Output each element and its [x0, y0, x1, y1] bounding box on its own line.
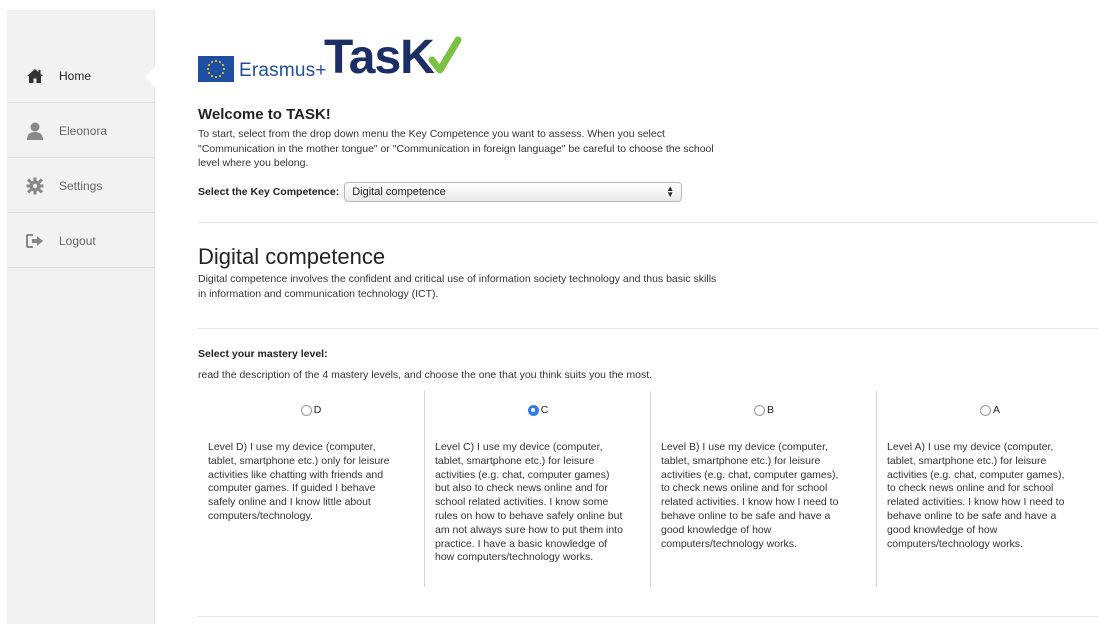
sidebar-item-logout[interactable]: Logout [7, 214, 154, 268]
task-check-mark [428, 36, 462, 74]
sidebar-item-label: Settings [59, 178, 103, 193]
home-icon [24, 66, 46, 86]
level-column-c: C Level C) I use my device (computer, ta… [424, 391, 650, 587]
mastery-levels: D Level D) I use my device (computer, ta… [198, 391, 1098, 587]
level-radio-a[interactable]: A [877, 404, 1098, 416]
sidebar-item-label: Eleonora [59, 123, 108, 138]
competence-description: Digital competence involves the confiden… [198, 273, 717, 300]
level-radio-d[interactable]: D [198, 404, 424, 416]
select-arrows-icon: ▲ ▼ [666, 184, 675, 199]
level-description: Level A) I use my device (computer, tabl… [887, 441, 1065, 550]
level-column-a: A Level A) I use my device (computer, ta… [876, 391, 1098, 587]
active-indicator [146, 65, 156, 89]
sidebar-item-settings[interactable]: Settings [7, 159, 154, 213]
sidebar: Home Eleonora Settings Logout [7, 10, 155, 624]
logout-icon [24, 231, 46, 251]
level-description: Level D) I use my device (computer, tabl… [208, 441, 390, 522]
radio-label: D [313, 404, 322, 416]
radio-button[interactable] [753, 404, 765, 416]
sidebar-item-profile[interactable]: Eleonora [7, 104, 154, 158]
radio-button[interactable] [979, 404, 991, 416]
radio-label: B [766, 404, 774, 416]
select-value: Digital competence [352, 186, 446, 198]
level-radio-c[interactable]: C [425, 404, 651, 416]
welcome-title: Welcome to TASK! [198, 106, 331, 123]
competence-title: Digital competence [198, 244, 386, 269]
erasmus-logo-text: Erasmus+ [239, 60, 327, 81]
gear-icon [24, 176, 46, 196]
logo: Erasmus+ TasK [198, 31, 498, 90]
sidebar-item-label: Logout [59, 233, 96, 248]
level-column-b: B Level B) I use my device (computer, ta… [650, 391, 876, 587]
level-description: Level C) I use my device (computer, tabl… [435, 441, 623, 564]
level-column-d: D Level D) I use my device (computer, ta… [198, 391, 424, 587]
divider [198, 328, 1098, 329]
radio-button[interactable] [300, 404, 312, 416]
mastery-title: Select your mastery level: [198, 348, 328, 360]
main-content: Erasmus+ TasK Welcome to TASK! To start,… [198, 0, 1098, 624]
sidebar-item-home[interactable]: Home [7, 49, 154, 103]
mastery-subtitle: read the description of the 4 mastery le… [198, 369, 653, 381]
competence-select-row: Select the Key Competence: Digital compe… [198, 181, 683, 203]
eu-flag-icon [198, 56, 234, 82]
select-label: Select the Key Competence: [198, 186, 340, 198]
radio-label: A [992, 404, 1000, 416]
level-radio-b[interactable]: B [651, 404, 877, 416]
welcome-text: To start, select from the drop down menu… [198, 128, 714, 169]
divider [198, 616, 1098, 617]
divider [198, 222, 1098, 223]
competence-select[interactable]: Digital competence ▲ ▼ [344, 182, 683, 202]
sidebar-item-label: Home [59, 68, 92, 83]
user-icon [24, 121, 46, 141]
task-logo-text: TasK [324, 31, 435, 84]
radio-label: C [540, 404, 549, 416]
radio-button-checked[interactable] [527, 404, 539, 416]
level-description: Level B) I use my device (computer, tabl… [661, 441, 839, 550]
